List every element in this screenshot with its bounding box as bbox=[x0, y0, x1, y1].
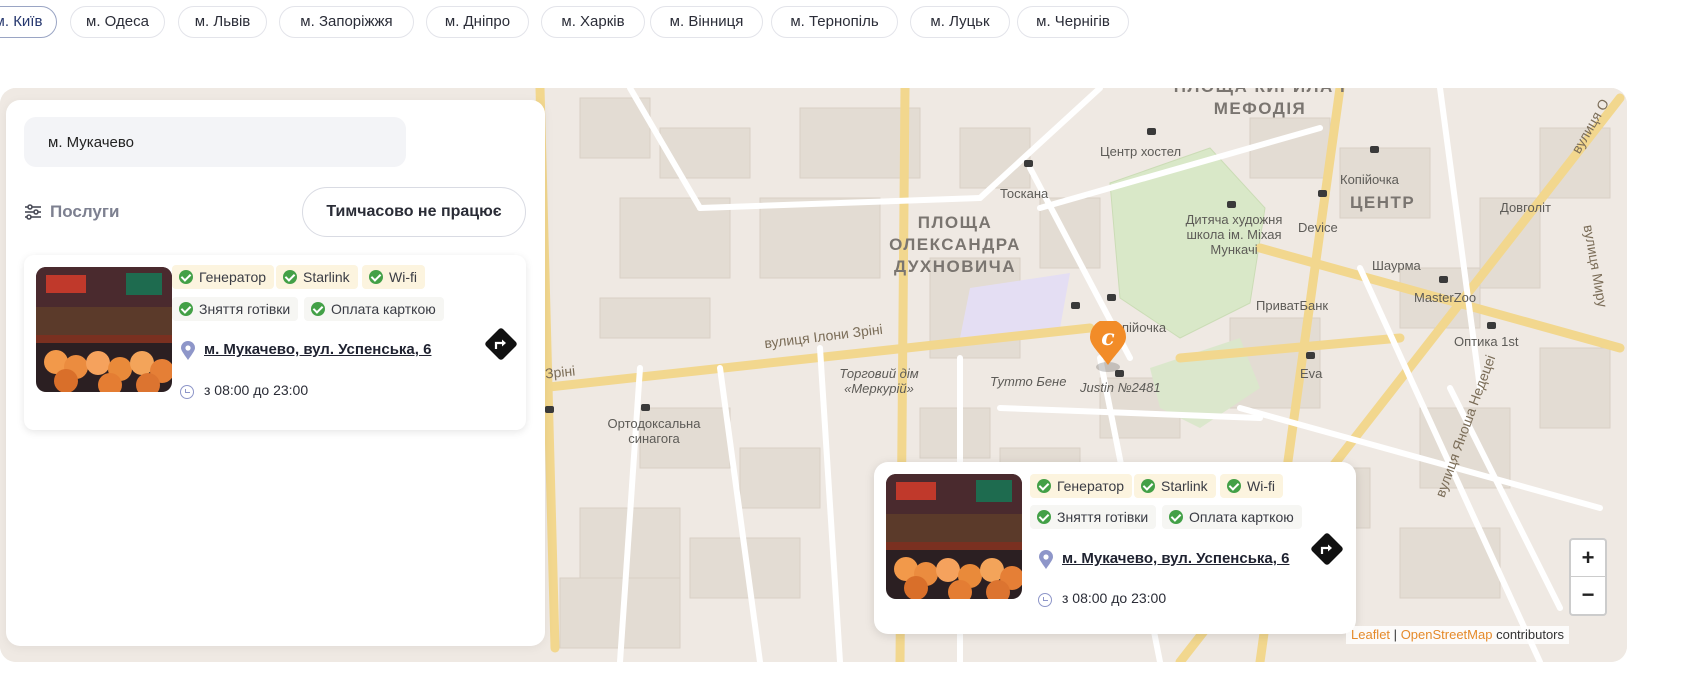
directions-icon[interactable] bbox=[1310, 532, 1344, 566]
clock-icon bbox=[180, 385, 194, 399]
tag-card-payment: Оплата карткою bbox=[1162, 505, 1302, 529]
check-icon bbox=[1169, 510, 1183, 524]
store-hours: з 08:00 до 23:00 bbox=[204, 382, 309, 398]
city-chip-kharkiv[interactable]: м. Харків bbox=[541, 6, 645, 38]
services-filter-button[interactable]: Послуги bbox=[24, 200, 119, 224]
attribution-contributors: contributors bbox=[1496, 627, 1565, 642]
tag-card-payment: Оплата карткою bbox=[304, 297, 444, 321]
tag-wifi: Wi-fi bbox=[1220, 474, 1283, 498]
check-icon bbox=[283, 270, 297, 284]
city-chip-chernihiv[interactable]: м. Чернігів bbox=[1017, 6, 1129, 38]
check-icon bbox=[311, 302, 325, 316]
check-icon bbox=[179, 302, 193, 316]
store-photo bbox=[886, 474, 1022, 599]
city-chip-dnipro[interactable]: м. Дніпро bbox=[426, 6, 529, 38]
check-icon bbox=[1141, 479, 1155, 493]
city-chip-vinnytsia[interactable]: м. Вінниця bbox=[650, 6, 763, 38]
city-chip-odesa[interactable]: м. Одеса bbox=[70, 6, 165, 38]
check-icon bbox=[1037, 479, 1051, 493]
svg-text:c: c bbox=[1101, 325, 1115, 351]
tag-wifi: Wi-fi bbox=[362, 265, 425, 289]
city-chip-kyiv[interactable]: м. Київ bbox=[0, 6, 57, 38]
directions-icon[interactable] bbox=[484, 327, 518, 361]
map-popup-store-card[interactable]: Генератор Starlink Wi-fi Зняття готівки … bbox=[874, 462, 1356, 634]
check-icon bbox=[1227, 479, 1241, 493]
map-zoom-control: + − bbox=[1569, 538, 1607, 616]
sliders-icon bbox=[25, 204, 41, 220]
temporarily-closed-button[interactable]: Тимчасово не працює bbox=[302, 187, 526, 237]
city-chip-lutsk[interactable]: м. Луцьк bbox=[910, 6, 1010, 38]
map-attribution: Leaflet | OpenStreetMap contributors bbox=[1346, 626, 1570, 644]
check-icon bbox=[179, 270, 193, 284]
store-hours: з 08:00 до 23:00 bbox=[1062, 590, 1167, 606]
check-icon bbox=[369, 270, 383, 284]
city-chip-ternopil[interactable]: м. Тернопіль bbox=[771, 6, 898, 38]
store-address-link[interactable]: м. Мукачево, вул. Успенська, 6 bbox=[204, 341, 431, 358]
tag-cash-withdrawal: Зняття готівки bbox=[1030, 505, 1157, 529]
check-icon bbox=[1037, 510, 1051, 524]
store-address-link[interactable]: м. Мукачево, вул. Успенська, 6 bbox=[1062, 550, 1289, 567]
tag-generator: Генератор bbox=[172, 265, 275, 289]
zoom-out-button[interactable]: − bbox=[1571, 577, 1605, 614]
leaflet-link[interactable]: Leaflet bbox=[1351, 627, 1390, 642]
city-chip-zaporizhzhia[interactable]: м. Запоріжжя bbox=[279, 6, 414, 38]
city-chips: м. Київ м. Одеса м. Львів м. Запоріжжя м… bbox=[0, 6, 1200, 40]
store-card[interactable]: Генератор Starlink Wi-fi Зняття готівки … bbox=[24, 255, 526, 430]
location-pin-icon bbox=[1039, 550, 1053, 569]
store-marker-icon[interactable]: c bbox=[1088, 321, 1128, 373]
stores-panel: Послуги Тимчасово не працює Генератор St… bbox=[6, 100, 545, 646]
attribution-separator: | bbox=[1393, 627, 1398, 642]
tag-starlink: Starlink bbox=[1134, 474, 1216, 498]
location-pin-icon bbox=[181, 341, 195, 360]
city-chip-lviv[interactable]: м. Львів bbox=[178, 6, 267, 38]
tag-starlink: Starlink bbox=[276, 265, 358, 289]
clock-icon bbox=[1038, 593, 1052, 607]
services-label: Послуги bbox=[50, 202, 120, 221]
zoom-in-button[interactable]: + bbox=[1571, 540, 1605, 577]
store-photo bbox=[36, 267, 172, 392]
openstreetmap-link[interactable]: OpenStreetMap bbox=[1401, 627, 1493, 642]
tag-cash-withdrawal: Зняття готівки bbox=[172, 297, 299, 321]
city-search-input[interactable] bbox=[24, 117, 406, 167]
tag-generator: Генератор bbox=[1030, 474, 1133, 498]
